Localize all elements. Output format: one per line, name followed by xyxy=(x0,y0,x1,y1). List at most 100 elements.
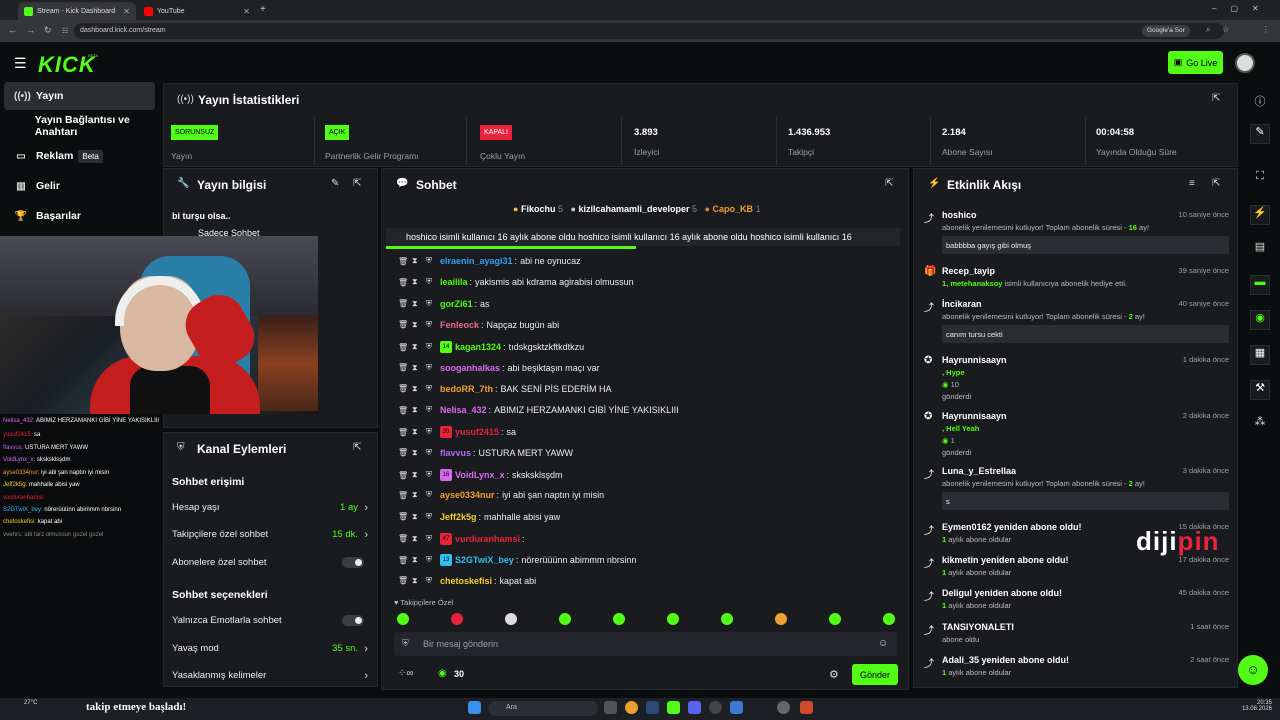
info-icon[interactable]: ⓘ xyxy=(1250,93,1270,113)
broadcast-icon[interactable]: ◉ xyxy=(1250,310,1270,330)
followers-only-row[interactable]: Takipçilere özel sohbet 15 dk. › xyxy=(172,529,372,541)
support-chat-button[interactable]: ☺ xyxy=(1238,655,1268,685)
chat-message-input[interactable]: Bir mesaj gönderin xyxy=(394,632,897,656)
discord-icon[interactable] xyxy=(688,701,701,714)
close-icon[interactable]: ✕ xyxy=(123,7,130,16)
timeout-icon[interactable]: ⧗ xyxy=(412,256,426,266)
timeout-icon[interactable]: ⧗ xyxy=(412,405,426,415)
obs-icon[interactable] xyxy=(709,701,722,714)
send-button[interactable]: Gönder xyxy=(852,664,898,685)
chat-username[interactable]: chetoskefisi xyxy=(440,576,492,586)
emote-icon[interactable] xyxy=(883,613,895,625)
timeout-icon[interactable]: ⧗ xyxy=(412,384,426,394)
delete-icon[interactable]: 🗑 xyxy=(398,576,412,585)
steam-icon[interactable] xyxy=(646,701,659,714)
delete-icon[interactable]: 🗑 xyxy=(398,491,412,500)
share-icon[interactable]: ⁂ xyxy=(1250,415,1270,435)
chat-username[interactable]: VoidLynx_x xyxy=(455,470,505,480)
chat-username[interactable]: Jeff2k5g xyxy=(440,512,477,522)
chat-username[interactable]: bedoRR_7th xyxy=(440,384,493,394)
timeout-icon[interactable]: ⧗ xyxy=(412,342,426,352)
emoji-icon[interactable]: ☺ xyxy=(878,638,888,649)
infinity-icon[interactable]: ⁘∞ xyxy=(398,668,414,679)
popout-icon[interactable]: ⇱ xyxy=(1212,178,1220,189)
chat-bubble-icon[interactable]: ▬ xyxy=(1250,275,1270,295)
forward-icon[interactable]: → xyxy=(26,25,35,35)
avatar[interactable] xyxy=(1235,53,1255,73)
kick-icon[interactable] xyxy=(667,701,680,714)
sidebar-item-gelir[interactable]: ▥ Gelir xyxy=(4,172,155,200)
chat-username[interactable]: elraenin_ayagi31 xyxy=(440,256,513,266)
chat-username[interactable]: sooganhalkas xyxy=(440,363,500,373)
document-icon[interactable]: ▤ xyxy=(1250,240,1270,260)
slow-mode-row[interactable]: Yavaş mod 35 sn. › xyxy=(172,643,372,655)
timeout-icon[interactable]: ⧗ xyxy=(412,427,426,437)
search-icon[interactable]: ⌕ xyxy=(1206,25,1210,35)
google-ask-button[interactable]: Google'a Sor xyxy=(1142,25,1190,37)
menu-dots-icon[interactable]: ⋮ xyxy=(1262,25,1270,34)
chat-username[interactable]: S2GTwiX_bey xyxy=(455,555,514,565)
popout-icon[interactable]: ⇱ xyxy=(353,178,361,189)
timeout-icon[interactable]: ⧗ xyxy=(412,470,426,480)
popout-icon[interactable]: ⇱ xyxy=(353,442,361,453)
tab-youtube[interactable]: YouTube ✕ xyxy=(138,2,256,20)
delete-icon[interactable]: 🗑 xyxy=(398,343,412,352)
delete-icon[interactable]: 🗑 xyxy=(398,556,412,565)
chat-username[interactable]: ayse0334nur xyxy=(440,490,495,500)
delete-icon[interactable]: 🗑 xyxy=(398,406,412,415)
delete-icon[interactable]: 🗑 xyxy=(398,299,412,308)
reload-icon[interactable]: ↻ xyxy=(44,25,52,36)
timeout-icon[interactable]: ⧗ xyxy=(412,363,426,373)
emote-icon[interactable] xyxy=(775,613,787,625)
subs-only-toggle[interactable] xyxy=(342,557,364,568)
delete-icon[interactable]: 🗑 xyxy=(398,257,412,266)
chat-username[interactable]: kagan1324 xyxy=(455,342,501,352)
taskbar-search[interactable]: Ara xyxy=(488,701,598,716)
star-icon[interactable]: ☆ xyxy=(1222,25,1229,34)
sidebar-item-reklam[interactable]: ▭ Reklam Beta xyxy=(4,142,155,170)
hamburger-icon[interactable]: ☰ xyxy=(14,55,27,72)
popout-icon[interactable]: ⇱ xyxy=(1212,93,1220,104)
site-info-icon[interactable]: ☷ xyxy=(62,27,68,35)
delete-icon[interactable]: 🗑 xyxy=(398,278,412,287)
lightning-icon[interactable]: ⚡ xyxy=(1250,205,1270,225)
chat-username[interactable]: gorZi61 xyxy=(440,299,473,309)
url-input[interactable]: dashboard.kick.com/stream xyxy=(74,23,1224,39)
timeout-icon[interactable]: ⧗ xyxy=(412,576,426,586)
delete-icon[interactable]: 🗑 xyxy=(398,384,412,393)
delete-icon[interactable]: 🗑 xyxy=(398,471,412,480)
gear-icon[interactable]: ⚙ xyxy=(829,668,839,681)
popout-icon[interactable]: ⇱ xyxy=(885,178,893,189)
app-icon[interactable] xyxy=(800,701,813,714)
emote-icon[interactable] xyxy=(451,613,463,625)
weather-widget[interactable]: 27°C xyxy=(24,700,37,706)
delete-icon[interactable]: 🗑 xyxy=(398,363,412,372)
close-icon[interactable]: ✕ xyxy=(243,7,250,16)
expand-icon[interactable]: ⛶ xyxy=(1250,170,1270,190)
taskview-icon[interactable] xyxy=(604,701,617,714)
delete-icon[interactable]: 🗑 xyxy=(398,448,412,457)
wrench-icon[interactable]: ⚒ xyxy=(1250,380,1270,400)
delete-icon[interactable]: 🗑 xyxy=(398,428,412,437)
timeout-icon[interactable]: ⧗ xyxy=(412,512,426,522)
chat-username[interactable]: Fenleock xyxy=(440,320,479,330)
sidebar-item-basarilar[interactable]: 🏆 Başarılar xyxy=(4,202,155,230)
tab-kick-dashboard[interactable]: Stream - Kick Dashboard ✕ xyxy=(18,2,136,20)
emote-only-toggle[interactable] xyxy=(342,615,364,626)
emote-icon[interactable] xyxy=(559,613,571,625)
delete-icon[interactable]: 🗑 xyxy=(398,534,412,543)
sidebar-item-stream-key[interactable]: Yayın Bağlantısı ve Anahtarı xyxy=(4,112,162,140)
account-age-row[interactable]: Hesap yaşı 1 ay › xyxy=(172,502,372,514)
layout-icon[interactable]: ▦ xyxy=(1250,345,1270,365)
sidebar-item-yayin[interactable]: ((•)) Yayın xyxy=(4,82,155,110)
timeout-icon[interactable]: ⧗ xyxy=(412,448,426,458)
app-icon[interactable] xyxy=(777,701,790,714)
chat-username[interactable]: flavvus xyxy=(440,448,471,458)
emote-icon[interactable] xyxy=(613,613,625,625)
edit-icon[interactable]: ✎ xyxy=(331,178,339,189)
timeout-icon[interactable]: ⧗ xyxy=(412,320,426,330)
timeout-icon[interactable]: ⧗ xyxy=(412,490,426,500)
timeout-icon[interactable]: ⧗ xyxy=(412,299,426,309)
emote-icon[interactable] xyxy=(667,613,679,625)
emote-icon[interactable] xyxy=(505,613,517,625)
